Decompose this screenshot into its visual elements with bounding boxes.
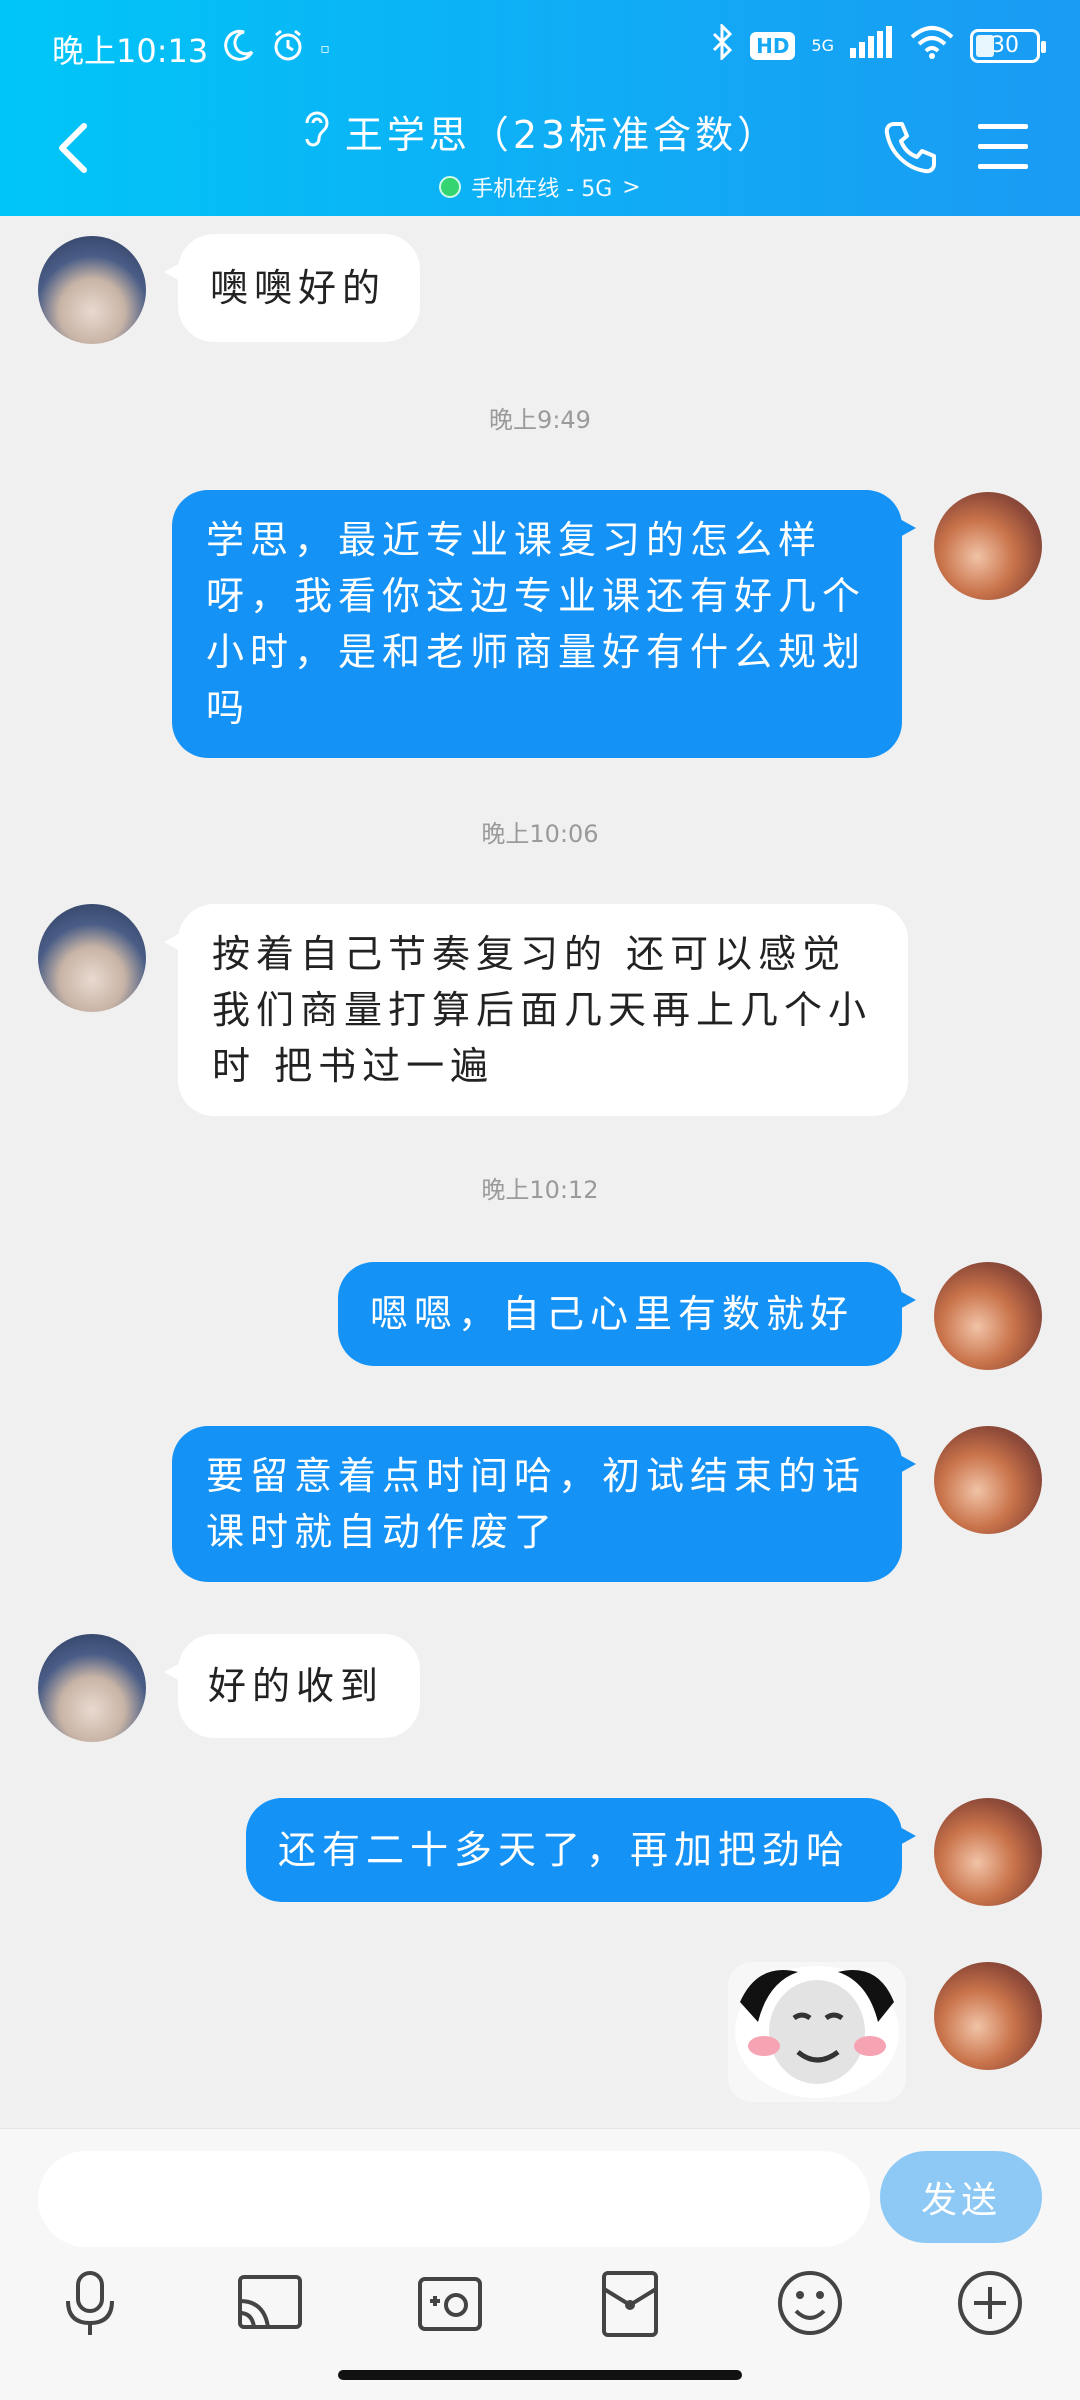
contact-avatar[interactable]	[38, 904, 146, 1012]
signal-icon	[850, 26, 894, 65]
message-text: 噢噢好的	[210, 266, 387, 310]
menu-button[interactable]	[976, 120, 1030, 172]
message-bubble-incoming[interactable]: 好的收到	[164, 1634, 420, 1738]
chat-area[interactable]: 噢噢好的 晚上9:49 学思，最近专业课复习的怎么样呀，我看你这边专业课还有好几…	[0, 216, 1080, 2128]
message-bubble-outgoing[interactable]: 还有二十多天了，再加把劲哈	[246, 1798, 916, 1902]
message-bubble-outgoing[interactable]: 学思，最近专业课复习的怎么样呀，我看你这边专业课还有好几个小时，是和老师商量好有…	[172, 490, 916, 758]
my-avatar[interactable]	[934, 492, 1042, 600]
online-status: 手机在线 - 5G >	[439, 171, 641, 203]
message-text: 按着自己节奏复习的 还可以感觉我们商量打算后面几天再上几个小时 把书过一遍	[212, 932, 873, 1088]
photo-icon[interactable]	[412, 2265, 488, 2341]
message-bubble-incoming[interactable]: 噢噢好的	[164, 234, 420, 342]
message-input[interactable]	[38, 2151, 870, 2247]
wifi-icon	[910, 25, 954, 66]
my-avatar[interactable]	[934, 1262, 1042, 1370]
online-status-text: 手机在线 - 5G	[471, 177, 613, 202]
contact-name: 王学思（23标准含数）	[344, 113, 780, 157]
message-text: 要留意着点时间哈，初试结束的话课时就自动作废了	[206, 1454, 867, 1554]
message-text: 还有二十多天了，再加把劲哈	[278, 1828, 851, 1872]
input-toolbar	[0, 2265, 1080, 2355]
red-packet-icon[interactable]	[592, 2265, 668, 2341]
message-bubble-incoming[interactable]: 按着自己节奏复习的 还可以感觉我们商量打算后面几天再上几个小时 把书过一遍	[164, 904, 908, 1116]
message-text: 好的收到	[208, 1664, 385, 1708]
moon-icon	[222, 28, 256, 70]
bluetooth-icon	[710, 22, 734, 67]
ear-icon	[301, 107, 331, 156]
message-timestamp: 晚上10:12	[481, 1176, 599, 1204]
cast-icon[interactable]	[232, 2265, 308, 2341]
chevron-right-icon: >	[622, 174, 641, 200]
chat-header: 晚上10:13 ▫ HD 5G 30 王学思（23标准含数） 手机在线 - 5G…	[0, 0, 1080, 216]
my-avatar[interactable]	[934, 1426, 1042, 1534]
message-text: 嗯嗯，自己心里有数就好	[370, 1292, 855, 1336]
my-avatar[interactable]	[934, 1798, 1042, 1906]
status-bar: 晚上10:13 ▫ HD 5G 30	[0, 0, 1080, 96]
message-bubble-outgoing[interactable]: 要留意着点时间哈，初试结束的话课时就自动作废了	[172, 1426, 916, 1582]
notification-dot-icon: ▫	[320, 41, 330, 57]
contact-avatar[interactable]	[38, 236, 146, 344]
battery-indicator: 30	[970, 28, 1046, 63]
input-bar: 发送	[0, 2128, 1080, 2400]
back-button[interactable]	[50, 118, 100, 178]
network-label: 5G	[811, 36, 834, 55]
message-timestamp: 晚上9:49	[489, 406, 591, 434]
battery-level: 30	[991, 33, 1019, 58]
contact-title[interactable]: 王学思（23标准含数） 手机在线 - 5G >	[240, 104, 840, 203]
home-indicator[interactable]	[338, 2370, 742, 2380]
emoji-icon[interactable]	[772, 2265, 848, 2341]
my-avatar[interactable]	[934, 1962, 1042, 2070]
status-time: 晚上10:13	[52, 32, 209, 70]
message-timestamp: 晚上10:06	[481, 820, 599, 848]
message-bubble-outgoing[interactable]: 嗯嗯，自己心里有数就好	[338, 1262, 916, 1366]
phone-call-button[interactable]	[880, 118, 940, 178]
alarm-icon	[270, 27, 306, 71]
online-dot	[439, 176, 462, 198]
contact-avatar[interactable]	[38, 1634, 146, 1742]
message-text: 学思，最近专业课复习的怎么样呀，我看你这边专业课还有好几个小时，是和老师商量好有…	[206, 518, 867, 730]
status-left: 晚上10:13 ▫	[52, 26, 330, 72]
microphone-icon[interactable]	[52, 2265, 128, 2341]
status-right: HD 5G 30	[710, 22, 1046, 67]
plus-icon[interactable]	[952, 2265, 1028, 2341]
hd-badge: HD	[750, 31, 796, 60]
sticker-image[interactable]	[728, 1962, 906, 2102]
send-button[interactable]: 发送	[880, 2151, 1042, 2243]
